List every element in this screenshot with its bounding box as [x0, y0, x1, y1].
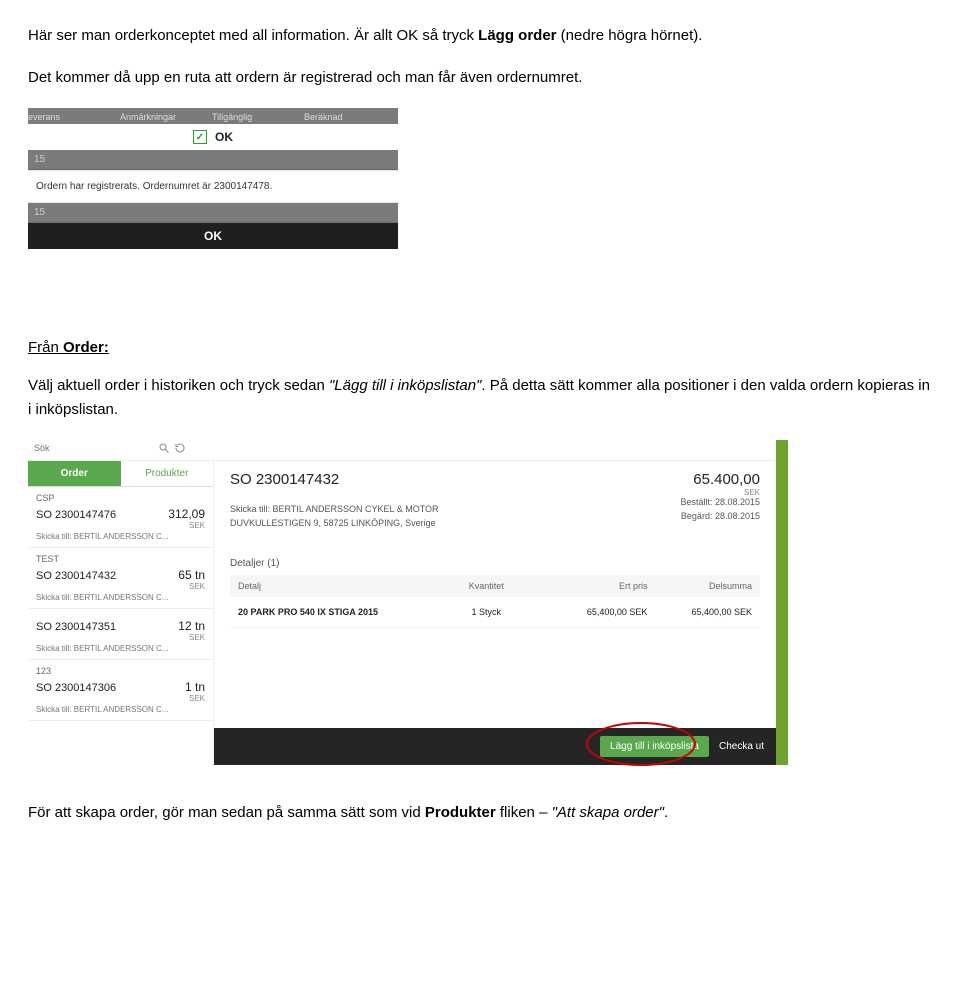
tab-order[interactable]: Order — [28, 461, 121, 487]
th-detalj: Detalj — [238, 581, 430, 591]
unit: SEK — [185, 694, 205, 703]
bottom-action-bar: Lägg till i inköpslista Checka ut — [214, 728, 776, 765]
ship-to: Skicka till: BERTIL ANDERSSON C... — [36, 705, 205, 714]
search-icon[interactable] — [158, 442, 170, 454]
cell-delsumma: 65,400,00 SEK — [647, 607, 752, 617]
detail-so-number: SO 2300147432 — [230, 471, 339, 497]
cell-detalj: 20 PARK PRO 540 IX STIGA 2015 — [238, 607, 430, 617]
amount: 65 tn — [178, 568, 205, 582]
doc-paragraph-3: Välj aktuell order i historiken och tryc… — [28, 374, 932, 422]
h1-a: Från — [28, 339, 63, 356]
detail-table: Detalj Kvantitet Ert pris Delsumma 20 PA… — [230, 575, 760, 628]
doc-p3-quote: "Lägg till i inköpslistan" — [329, 377, 481, 394]
doc-paragraph-2: Det kommer då upp en ruta att ordern är … — [28, 66, 932, 90]
detail-amount: 65.400,00 — [693, 471, 760, 488]
sidebar-item-1[interactable]: TEST SO 2300147432 65 tnSEK Skicka till:… — [28, 548, 213, 609]
order-sidebar: Order Produkter CSP SO 2300147476 312,09… — [28, 461, 214, 765]
add-to-shoppinglist-button[interactable]: Lägg till i inköpslista — [600, 736, 709, 757]
col-anmarkningar: Anmärkningar — [120, 112, 212, 122]
col-beraknad: Beräknad — [304, 112, 396, 122]
so-number: SO 2300147306 — [36, 682, 116, 694]
so-number: SO 2300147351 — [36, 621, 116, 633]
row-15-top: 15 — [28, 150, 398, 170]
add-button-label: Lägg till i inköpslista — [610, 741, 699, 752]
search-input[interactable] — [34, 443, 154, 453]
ok-banner-label: OK — [215, 130, 233, 144]
amount: 12 tn — [178, 619, 205, 633]
doc-p4-quote: "Att skapa order" — [552, 804, 664, 821]
detail-thead: Detalj Kvantitet Ert pris Delsumma — [230, 575, 760, 597]
checkout-button[interactable]: Checka ut — [719, 741, 764, 752]
doc-paragraph-4: För att skapa order, gör man sedan på sa… — [28, 801, 932, 825]
dialog-header-row: everans Anmärkningar Tillgänglig Beräkna… — [28, 108, 398, 124]
detail-amount-unit: SEK — [693, 488, 760, 497]
details-count: Detaljer (1) — [230, 558, 760, 569]
doc-p4-c: fliken – — [496, 804, 552, 821]
cell-kvantitet: 1 Styck — [430, 607, 543, 617]
ok-button[interactable]: OK — [28, 223, 398, 249]
amount: 1 tn — [185, 680, 205, 694]
detail-meta: Beställt: 28.08.2015 Begärd: 28.08.2015 — [680, 497, 760, 525]
detail-row: 20 PARK PRO 540 IX STIGA 2015 1 Styck 65… — [230, 597, 760, 628]
check-icon: ✓ — [193, 130, 207, 144]
th-delsumma: Delsumma — [647, 581, 752, 591]
ok-banner: ✓ OK — [28, 124, 398, 150]
screenshot-ok-dialog: everans Anmärkningar Tillgänglig Beräkna… — [28, 108, 398, 249]
row-15-bottom: 15 — [28, 203, 398, 223]
tab-produkter[interactable]: Produkter — [121, 461, 214, 487]
so-number: SO 2300147476 — [36, 509, 116, 521]
unit: SEK — [178, 582, 205, 591]
unit: SEK — [168, 521, 205, 530]
ship-to: Skicka till: BERTIL ANDERSSON C... — [36, 644, 205, 653]
doc-p4-a: För att skapa order, gör man sedan på sa… — [28, 804, 425, 821]
doc-p1-c: (nedre högra hörnet). — [557, 27, 703, 44]
tag: CSP — [36, 493, 205, 503]
order-detail-panel: SO 2300147432 65.400,00 SEK Skicka till:… — [214, 461, 776, 765]
ship-to: Skicka till: BERTIL ANDERSSON C... — [36, 593, 205, 602]
th-kvantitet: Kvantitet — [430, 581, 543, 591]
so-number: SO 2300147432 — [36, 570, 116, 582]
ship-to: Skicka till: BERTIL ANDERSSON C... — [36, 532, 205, 541]
doc-paragraph-1: Här ser man orderkonceptet med all infor… — [28, 24, 932, 48]
col-everans: everans — [28, 112, 120, 122]
order-registered-message: Ordern har registrerats. Ordernumret är … — [28, 170, 398, 203]
tag: TEST — [36, 554, 205, 564]
sidebar-item-3[interactable]: 123 SO 2300147306 1 tnSEK Skicka till: B… — [28, 660, 213, 721]
sidebar-item-0[interactable]: CSP SO 2300147476 312,09SEK Skicka till:… — [28, 487, 213, 548]
tag: 123 — [36, 666, 205, 676]
th-ert-pris: Ert pris — [543, 581, 648, 591]
unit: SEK — [178, 633, 205, 642]
requested-date: Begärd: 28.08.2015 — [680, 511, 760, 521]
cell-ert-pris: 65,400,00 SEK — [543, 607, 648, 617]
doc-p4-bold: Produkter — [425, 804, 496, 821]
sidebar-item-2[interactable]: SO 2300147351 12 tnSEK Skicka till: BERT… — [28, 609, 213, 660]
doc-p4-d: . — [664, 804, 668, 821]
doc-p1-bold: Lägg order — [478, 27, 556, 44]
amount: 312,09 — [168, 507, 205, 521]
ordered-date: Beställt: 28.08.2015 — [680, 497, 760, 507]
screenshot-order-list: Order Produkter CSP SO 2300147476 312,09… — [28, 440, 788, 765]
refresh-icon[interactable] — [174, 442, 186, 454]
h1-b: Order: — [63, 339, 109, 356]
col-tillganglig: Tillgänglig — [212, 112, 304, 122]
doc-p3-a: Välj aktuell order i historiken och tryc… — [28, 377, 329, 394]
search-row — [28, 440, 776, 461]
doc-p1-a: Här ser man orderkonceptet med all infor… — [28, 27, 478, 44]
sidebar-tabs: Order Produkter — [28, 461, 213, 487]
doc-heading-fran-order: Från Order: — [28, 339, 932, 356]
